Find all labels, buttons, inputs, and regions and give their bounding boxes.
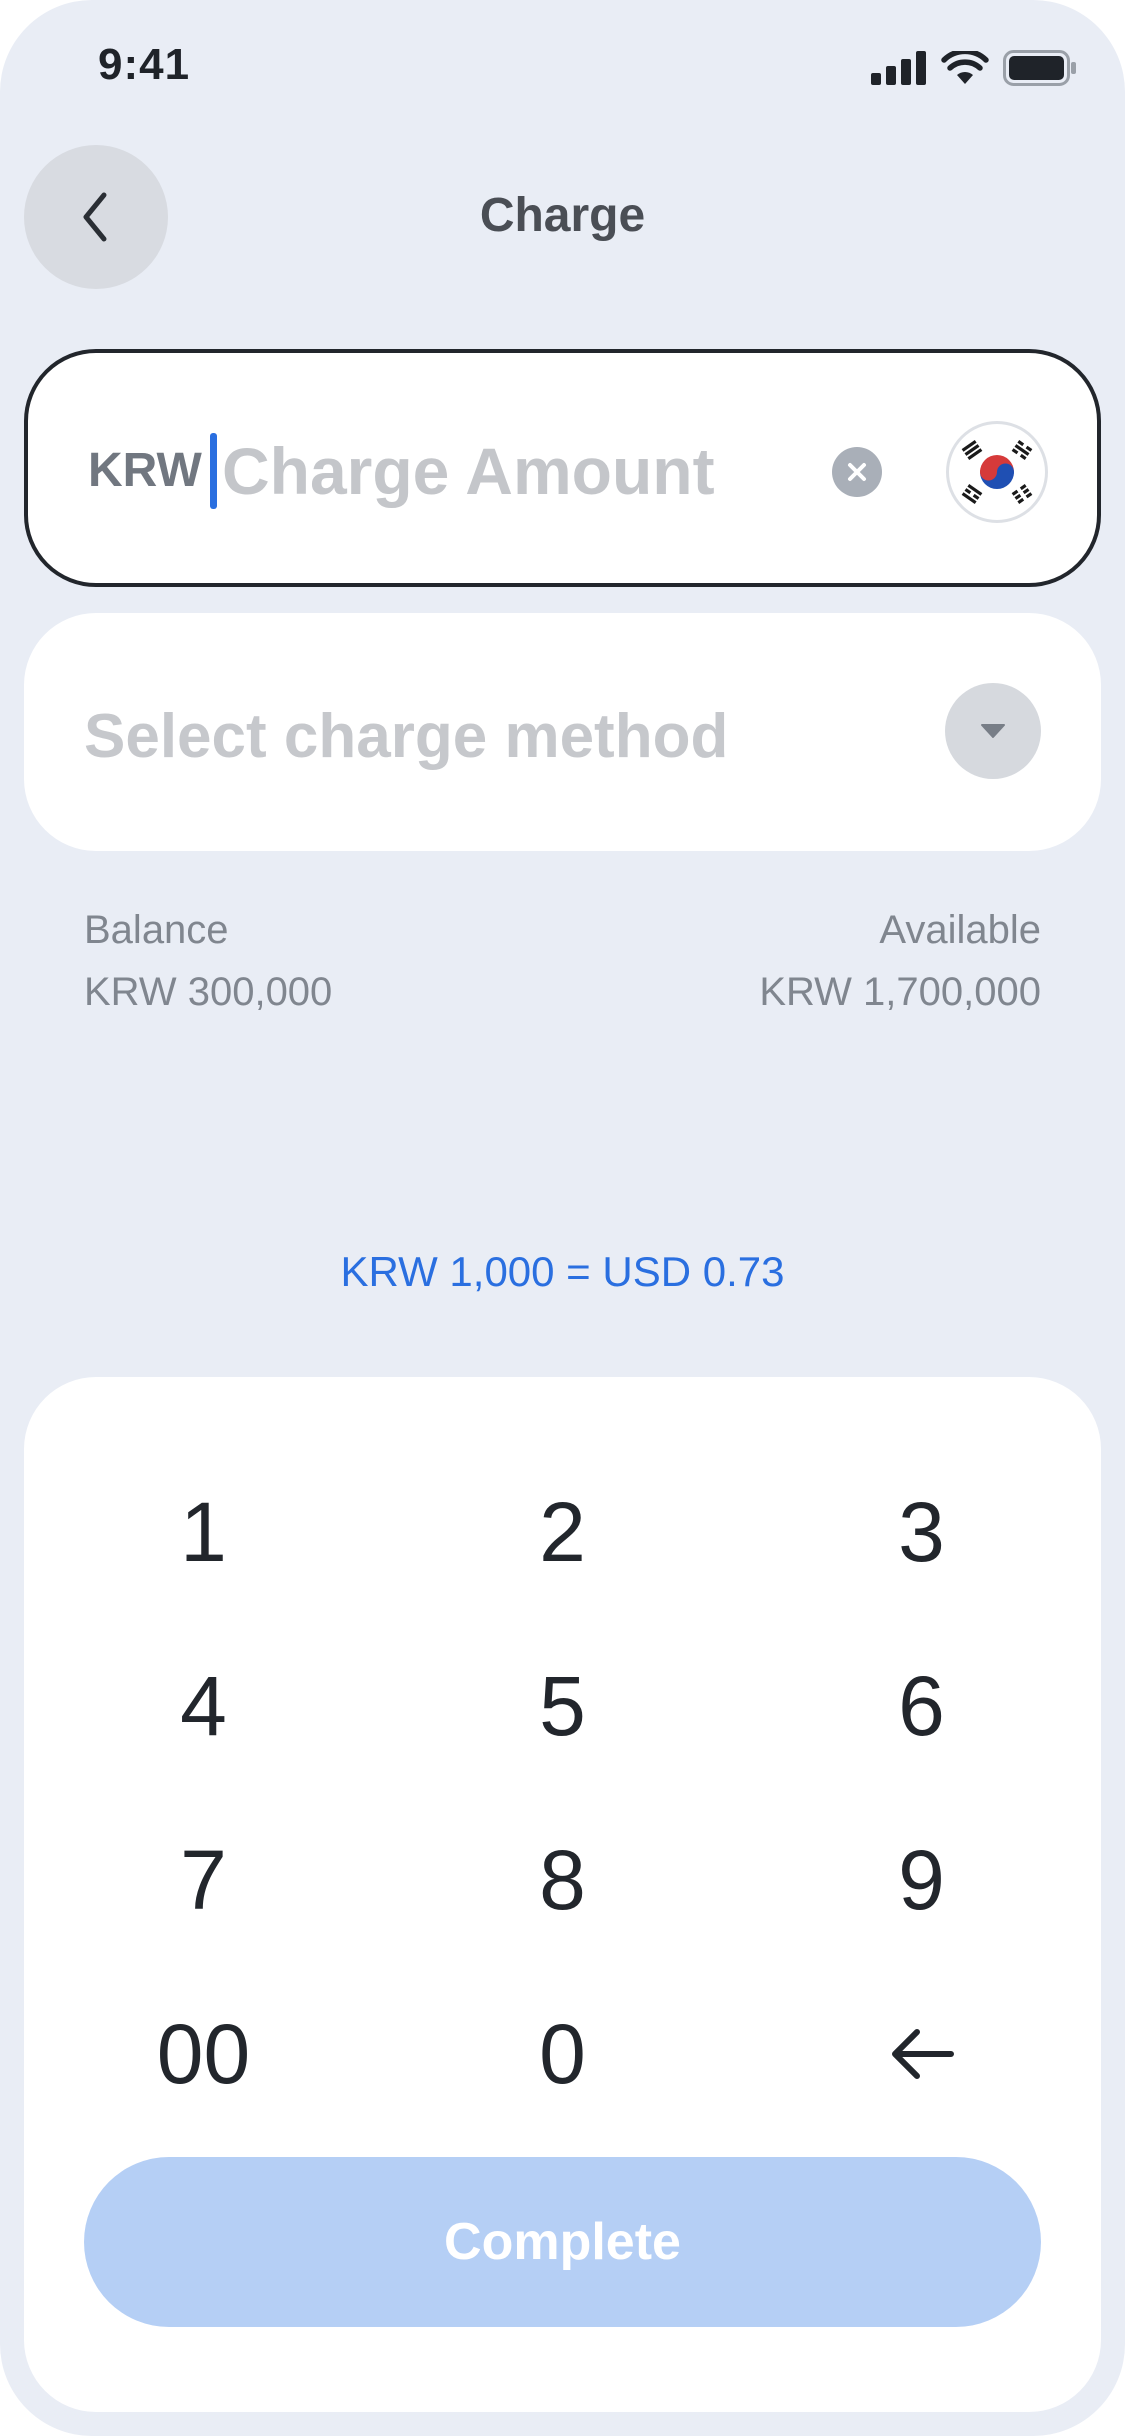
- key-5[interactable]: 5: [383, 1631, 742, 1781]
- available-label: Available: [879, 908, 1041, 952]
- keypad-card: 1 2 3 4 5 6 7 8 9 00 0 Complete: [24, 1377, 1101, 2412]
- key-00[interactable]: 00: [24, 1979, 383, 2129]
- status-icons: [871, 50, 1077, 86]
- key-7[interactable]: 7: [24, 1805, 383, 1955]
- backspace-arrow-icon: [891, 2029, 954, 2079]
- text-caret: [210, 433, 217, 509]
- caret-down-icon: [981, 724, 1005, 738]
- key-0[interactable]: 0: [383, 1979, 742, 2129]
- charge-method-placeholder: Select charge method: [84, 702, 729, 771]
- currency-flag-button[interactable]: [946, 421, 1048, 523]
- key-9[interactable]: 9: [742, 1805, 1101, 1955]
- key-3[interactable]: 3: [742, 1457, 1101, 1607]
- exchange-rate: KRW 1,000 = USD 0.73: [340, 1248, 785, 1295]
- key-6[interactable]: 6: [742, 1631, 1101, 1781]
- key-1[interactable]: 1: [24, 1457, 383, 1607]
- available-value: KRW 1,700,000: [759, 970, 1041, 1014]
- balance-label: Balance: [84, 908, 229, 952]
- dropdown-button[interactable]: [945, 683, 1041, 779]
- cellular-signal-icon: [871, 51, 926, 85]
- complete-button[interactable]: Complete: [84, 2157, 1041, 2327]
- phone-screen: 9:41 Charge KRW Charge Amount Select cha…: [0, 0, 1125, 2436]
- key-2[interactable]: 2: [383, 1457, 742, 1607]
- status-time: 9:41: [98, 40, 191, 89]
- amount-placeholder: Charge Amount: [222, 434, 715, 508]
- numeric-keypad: 1 2 3 4 5 6 7 8 9 00 0: [24, 1457, 1101, 2153]
- balance-value: KRW 300,000: [84, 970, 333, 1014]
- amount-input[interactable]: KRW Charge Amount: [24, 349, 1101, 587]
- wifi-icon: [941, 51, 989, 84]
- page-title: Charge: [479, 189, 646, 242]
- battery-icon: [1003, 50, 1076, 86]
- key-4[interactable]: 4: [24, 1631, 383, 1781]
- backspace-key[interactable]: [742, 1979, 1101, 2129]
- south-korea-flag-icon: [957, 432, 1037, 512]
- key-8[interactable]: 8: [383, 1805, 742, 1955]
- charge-method-select[interactable]: Select charge method: [24, 613, 1101, 851]
- currency-prefix: KRW: [88, 444, 202, 497]
- clear-button[interactable]: [832, 447, 882, 497]
- clear-icon: [848, 463, 866, 481]
